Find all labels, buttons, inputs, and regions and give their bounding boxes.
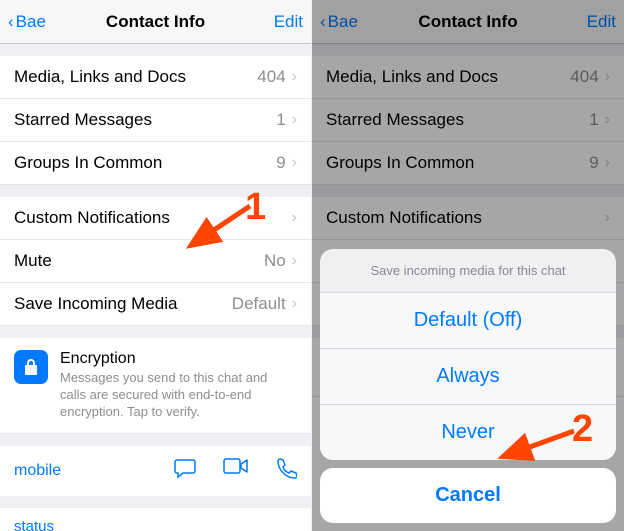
sheet-option-default[interactable]: Default (Off): [320, 293, 616, 349]
row-label: Custom Notifications: [14, 208, 170, 228]
row-mute[interactable]: Mute No ›: [0, 240, 311, 283]
chevron-right-icon: ›: [292, 68, 297, 86]
encryption-title: Encryption: [60, 350, 297, 368]
row-mobile[interactable]: mobile: [0, 446, 311, 496]
row-media[interactable]: Media, Links and Docs 404 ›: [0, 56, 311, 99]
row-label: Save Incoming Media: [14, 294, 177, 314]
row-value: 9: [276, 153, 285, 173]
row-starred[interactable]: Starred Messages 1 ›: [0, 99, 311, 142]
row-label: Media, Links and Docs: [14, 67, 186, 87]
back-button[interactable]: ‹ Bae: [8, 12, 46, 32]
edit-button[interactable]: Edit: [274, 12, 303, 32]
chat-icon[interactable]: [173, 457, 197, 485]
row-label: Starred Messages: [14, 110, 152, 130]
row-value: No: [264, 251, 286, 271]
status-label: status: [0, 508, 311, 531]
mobile-label: mobile: [14, 462, 61, 480]
annotation-arrow-2: [492, 425, 582, 470]
sheet-option-always[interactable]: Always: [320, 349, 616, 405]
row-value: 1: [276, 110, 285, 130]
chevron-right-icon: ›: [292, 209, 297, 227]
row-custom-notifications[interactable]: Custom Notifications ›: [0, 197, 311, 240]
chevron-right-icon: ›: [292, 252, 297, 270]
row-value: Default: [232, 294, 286, 314]
action-sheet: Save incoming media for this chat Defaul…: [320, 249, 616, 523]
chevron-right-icon: ›: [292, 154, 297, 172]
screenshot-left: ‹ Bae Contact Info Edit Media, Links and…: [0, 0, 312, 531]
back-label: Bae: [16, 12, 46, 32]
page-title: Contact Info: [0, 12, 311, 32]
row-label: Mute: [14, 251, 52, 271]
row-encryption[interactable]: Encryption Messages you send to this cha…: [0, 338, 311, 434]
sheet-title: Save incoming media for this chat: [320, 249, 616, 293]
row-save-incoming-media[interactable]: Save Incoming Media Default ›: [0, 283, 311, 326]
screenshot-right: ‹ Bae Contact Info Edit Media, Links and…: [312, 0, 624, 531]
row-label: Groups In Common: [14, 153, 162, 173]
row-groups[interactable]: Groups In Common 9 ›: [0, 142, 311, 185]
annotation-arrow-1: [180, 198, 260, 258]
nav-bar: ‹ Bae Contact Info Edit: [0, 0, 311, 44]
phone-icon[interactable]: [275, 457, 297, 485]
video-icon[interactable]: [223, 457, 249, 485]
chevron-left-icon: ‹: [8, 12, 14, 32]
chevron-right-icon: ›: [292, 295, 297, 313]
sheet-cancel-button[interactable]: Cancel: [320, 468, 616, 523]
lock-icon: [14, 350, 48, 384]
chevron-right-icon: ›: [292, 111, 297, 129]
row-value: 404: [257, 67, 285, 87]
encryption-subtitle: Messages you send to this chat and calls…: [60, 370, 297, 421]
